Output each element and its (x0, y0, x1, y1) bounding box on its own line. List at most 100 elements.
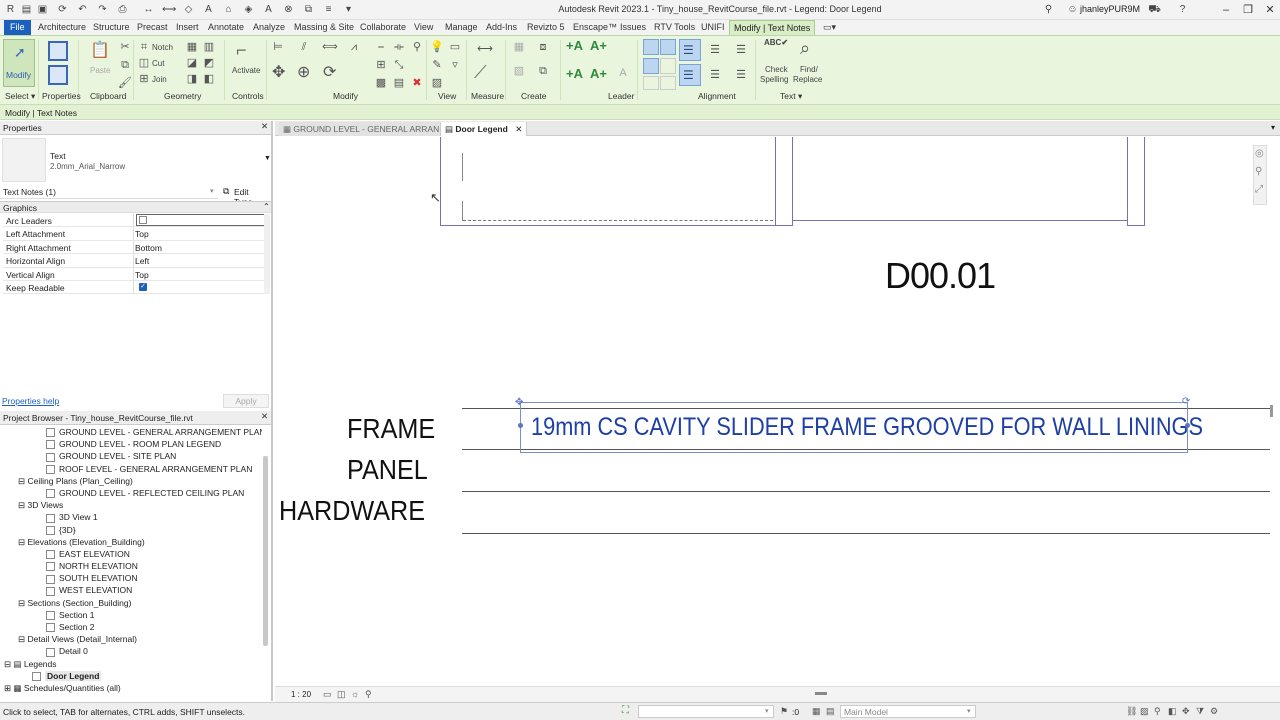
type-subname[interactable]: 2.0mm_Arial_Narrow (50, 162, 125, 171)
align-right-icon[interactable]: ☰ (734, 68, 748, 82)
spelling-label[interactable]: Spelling (760, 75, 788, 84)
tree-item[interactable]: 3D View 1 (4, 511, 262, 523)
close-browser-icon[interactable]: ✕ (261, 411, 268, 422)
tree-group[interactable]: ⊟ ▤ Legends (4, 658, 262, 670)
copy-move-icon[interactable]: ⊕ (297, 62, 310, 82)
uncut-icon[interactable]: ◨ (185, 72, 199, 86)
add-arc-leader-right-icon[interactable]: A+ (590, 66, 607, 81)
worksets-icon[interactable]: ⛶ (622, 705, 629, 716)
browser-scrollbar[interactable] (263, 456, 268, 646)
open-icon[interactable]: ▤ (20, 3, 33, 16)
redo-icon[interactable]: ↷ (96, 3, 109, 16)
tab-issues[interactable]: Issues (620, 20, 646, 35)
text-note-icon[interactable]: A (262, 3, 275, 16)
close-hidden-icon[interactable]: ⊗ (282, 3, 295, 16)
detail-level-icon[interactable]: ▭ (323, 689, 332, 700)
tree-item[interactable]: EAST ELEVATION (4, 548, 262, 560)
tab-revizto[interactable]: Revizto 5 (527, 20, 565, 35)
drag-elements-icon[interactable]: ✥ (1182, 706, 1190, 717)
dimension-tool-icon[interactable]: ⟋ (474, 62, 487, 83)
add-arc-leader-left-icon[interactable]: +A (566, 66, 583, 81)
split-face-icon[interactable]: ▥ (202, 40, 216, 54)
tab-structure[interactable]: Structure (93, 20, 130, 35)
measure-icon[interactable]: ↔ (142, 3, 155, 16)
activate-label[interactable]: Activate (232, 66, 260, 75)
tab-file[interactable]: File (4, 20, 31, 35)
hardware-label[interactable]: HARDWARE (279, 495, 425, 527)
create-parts-icon[interactable]: ▧ (512, 64, 526, 78)
select-links-icon[interactable]: ⛓ (1126, 706, 1137, 717)
align-bottom-icon[interactable]: ☰ (734, 43, 748, 57)
create-group-icon[interactable]: ⧈ (536, 40, 550, 54)
create-assembly-icon[interactable]: ▦ (512, 40, 526, 54)
wall-joins-icon[interactable]: ▦ (185, 40, 199, 54)
instance-selector[interactable]: Text Notes (1) ▾ (0, 185, 218, 199)
activate-icon[interactable]: ⌐ (236, 40, 247, 61)
leader-bottom-right-button[interactable] (660, 76, 676, 90)
edit-type-button[interactable]: ⧉ Edit Type (221, 184, 269, 207)
leader-top-left-button[interactable] (643, 39, 659, 55)
tree-item[interactable]: ROOF LEVEL - GENERAL ARRANGEMENT PLAN (4, 463, 262, 475)
select-underlay-icon[interactable]: ▨ (1140, 706, 1149, 717)
array-icon[interactable]: ⊞ (374, 58, 388, 72)
tree-group[interactable]: ⊟ Sections (Section_Building) (4, 597, 262, 609)
vertical-scrollbar[interactable] (1270, 405, 1273, 417)
close-window-button[interactable]: ✕ (1262, 2, 1278, 18)
tabs-menu-icon[interactable]: ▾ (1271, 123, 1275, 132)
find-replace-icon[interactable]: ⌕ (800, 38, 810, 59)
sync-icon[interactable]: ⟳ (56, 3, 69, 16)
rotate-handle-icon[interactable]: ⟳ (1182, 396, 1190, 407)
trim-icon[interactable]: ⟛ (392, 40, 406, 54)
hide-in-view-icon[interactable]: 💡 (430, 40, 444, 54)
delete-icon[interactable]: ✖ (410, 76, 424, 90)
tree-item[interactable]: GROUND LEVEL - SITE PLAN (4, 450, 262, 462)
view-options-icon[interactable]: ▿ (448, 58, 462, 72)
tab-precast[interactable]: Precast (137, 20, 168, 35)
tree-item[interactable]: SOUTH ELEVATION (4, 572, 262, 584)
maximize-button[interactable]: ❐ (1240, 2, 1256, 18)
type-name[interactable]: Text (50, 151, 66, 161)
tab-door-legend[interactable]: ▤ Door Legend ✕ (440, 122, 528, 136)
resize-handle-right[interactable] (1185, 423, 1190, 428)
tag-icon[interactable]: ◇ (182, 3, 195, 16)
text-note-selection-box[interactable]: 19mm CS CAVITY SLIDER FRAME GROOVED FOR … (520, 402, 1203, 453)
split-icon[interactable]: ⎯ (374, 40, 388, 54)
dimension-icon[interactable]: ⟷ (162, 3, 176, 16)
paint-icon[interactable]: ◪ (185, 56, 199, 70)
tab-add-ins[interactable]: Add-Ins (486, 20, 517, 35)
create-similar-icon[interactable]: ⧉ (536, 64, 550, 78)
notch-icon[interactable]: ⌗ (137, 40, 151, 54)
zoom-extents-icon[interactable]: ⤢ (1255, 184, 1263, 195)
align-top-button[interactable]: ☰ (679, 39, 701, 61)
property-value[interactable]: Top (135, 270, 149, 280)
unpin-icon[interactable]: ▩ (374, 76, 388, 90)
offset-icon[interactable]: ⫽ (297, 40, 311, 54)
cut-label[interactable]: Cut (152, 59, 164, 68)
close-tab-icon[interactable]: ✕ (515, 124, 522, 134)
print-icon[interactable]: ⎙ (116, 3, 129, 16)
user-icon[interactable]: ☺ (1066, 3, 1079, 16)
text-icon[interactable]: A (202, 3, 215, 16)
notch-label[interactable]: Notch (152, 43, 173, 52)
tree-group[interactable]: ⊞ ▦ Schedules/Quantities (all) (4, 682, 262, 694)
filter-icon[interactable]: ⧩ (1196, 706, 1204, 717)
tree-item[interactable]: GROUND LEVEL - ROOM PLAN LEGEND (4, 438, 262, 450)
leader-mid-left-button[interactable] (643, 58, 659, 74)
design-options-icon[interactable]: ▦ (812, 706, 821, 717)
door-tag-text[interactable]: D00.01 (885, 255, 996, 297)
find-label[interactable]: Find/ (800, 65, 818, 74)
tree-item[interactable]: Detail 0 (4, 645, 262, 657)
tab-insert[interactable]: Insert (176, 20, 199, 35)
linework-icon[interactable]: ✎ (430, 58, 444, 72)
search-icon[interactable]: ⚲ (1042, 3, 1055, 16)
crop-icon[interactable]: ⚲ (365, 689, 372, 700)
modify-tool-button[interactable]: ➚ Modify (3, 39, 35, 87)
leader-bottom-left-button[interactable] (643, 76, 659, 90)
frame-label[interactable]: FRAME (347, 413, 435, 445)
tab-manage[interactable]: Manage (445, 20, 478, 35)
property-row[interactable]: Horizontal Align Left (3, 254, 269, 268)
align-middle-icon[interactable]: ☰ (708, 43, 722, 57)
pin-icon[interactable]: ⚲ (410, 40, 424, 54)
apply-button[interactable]: Apply (223, 394, 269, 408)
rotate-icon[interactable]: ⟳ (323, 62, 336, 82)
